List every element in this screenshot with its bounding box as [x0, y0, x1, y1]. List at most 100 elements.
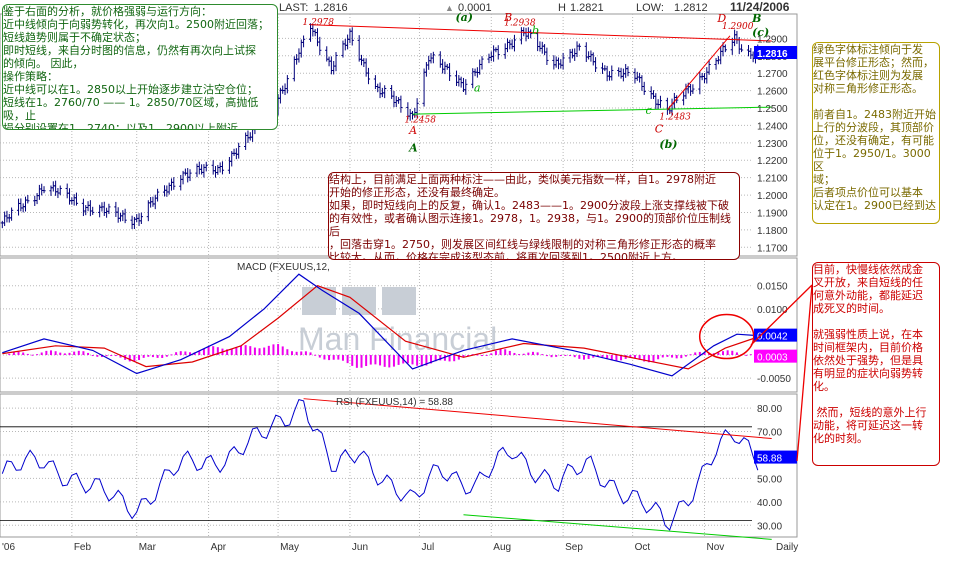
x-tick-label: Apr [211, 542, 227, 553]
macd-histogram-bar [96, 355, 99, 357]
macd-histogram-bar [513, 352, 516, 356]
price-annotation: (a) [455, 11, 473, 24]
note-right-top: 绿色字体标注倾向于发 展平台修正形态；然而， 红色字体标注则为发展 对称三角形修… [812, 42, 940, 224]
macd-histogram-bar [559, 355, 562, 357]
macd-histogram-bar [263, 347, 266, 356]
annotations: 1.2978 (a) B1.2938ba1.2458AAc1.2483C(b)D1.… [303, 11, 770, 155]
macd-histogram-bar [652, 355, 655, 362]
macd-histogram-bar [175, 352, 178, 356]
y-tick-label: 50.00 [757, 474, 782, 485]
macd-histogram-bar [564, 354, 567, 356]
price-annotation: B [751, 12, 761, 25]
y-tick-label: 0.0100 [757, 305, 788, 316]
macd-histogram-bar [244, 345, 247, 356]
macd-histogram-bar [508, 350, 511, 356]
quote-header: LAST: 1.2816 ▲ 0.0001 H 1.2821 LOW: 1.28… [279, 0, 790, 14]
macd-histogram-bar [151, 355, 154, 358]
macd-histogram-bar [147, 355, 150, 357]
y-tick-label: 80.00 [757, 404, 782, 415]
x-tick-label: Jul [421, 542, 434, 553]
macd-histogram-bar [31, 354, 34, 356]
y-tick-label: 70.00 [757, 428, 782, 439]
y-tick-label: 0.0150 [757, 282, 788, 293]
macd-histogram-bar [657, 355, 660, 360]
price-annotation: 1.2978 [303, 18, 335, 28]
note-right-bottom: 目前，快慢线依然成金 叉开放，来自短线的任 何意外动能，都能延迟 成死叉的时间。… [812, 262, 940, 466]
macd-histogram-bar [54, 351, 57, 356]
y-tick-label: 1.2700 [757, 69, 788, 80]
macd-histogram-bar [416, 355, 419, 366]
low-value: 1.2812 [674, 2, 708, 14]
x-tick-label: Oct [635, 542, 651, 553]
macd-last-label: 0.0042 [757, 332, 788, 343]
macd-histogram-bar [36, 354, 39, 356]
macd-histogram-bar [309, 352, 312, 356]
macd-histogram-bar [587, 355, 590, 360]
macd-histogram-bar [675, 355, 678, 359]
macd-histogram-bar [281, 346, 284, 356]
price-annotation: 1.2483 [659, 112, 691, 122]
macd-histogram-bar [694, 352, 697, 356]
macd-histogram-bar [253, 347, 256, 356]
price-annotation: b [532, 24, 539, 37]
rsi-panel-frame [0, 393, 798, 538]
macd-histogram-bar [365, 355, 368, 367]
macd-histogram-bar [128, 355, 131, 362]
macd-histogram-bar [545, 355, 548, 357]
y-tick-label: 1.2200 [757, 156, 788, 167]
macd-histogram-bar [267, 345, 270, 356]
y-tick-label: 1.2600 [757, 87, 788, 98]
macd-histogram-bar [318, 355, 321, 358]
price-annotation: a [474, 81, 481, 94]
macd-histogram-bar [77, 350, 80, 356]
y-tick-label: 1.1700 [757, 243, 788, 254]
price-trendline [412, 106, 772, 115]
macd-histogram-bar [87, 352, 90, 356]
macd-histogram-bar [17, 351, 20, 356]
macd-histogram-bar [749, 354, 752, 356]
macd-histogram-bar [453, 355, 456, 362]
macd-histogram-bar [735, 352, 738, 356]
macd-histogram-bar [569, 355, 572, 357]
macd-histogram-bar [411, 355, 414, 365]
macd-histogram-bar [304, 351, 307, 356]
macd-histogram-bar [601, 355, 604, 357]
rsi-trendline [463, 514, 772, 540]
note-top-left: 鉴于右面的分析，就价格强弱与运行方向： 近中线倾向于向弱势转化，再次向1。250… [2, 4, 278, 130]
macd-histogram-bar [527, 352, 530, 356]
rsi-title: RSI (FXEUUS,14) = 58.88 [336, 397, 453, 408]
macd-histogram-bar [666, 355, 669, 357]
macd-histogram-bar [341, 355, 344, 361]
x-tick-label: '06 [2, 542, 15, 553]
price-annotation: A [408, 124, 417, 137]
macd-histogram-bar [541, 354, 544, 356]
macd-histogram-bar [286, 349, 289, 356]
macd-histogram-bar [26, 353, 29, 356]
macd-histogram-bar [490, 353, 493, 356]
pointer-arrow [796, 284, 813, 462]
price-annotation: (b) [659, 138, 677, 151]
macd-histogram-bar [536, 352, 539, 356]
macd-histogram-bar [481, 355, 484, 357]
high-value: 1.2821 [570, 2, 604, 14]
macd-histogram-bar [671, 355, 674, 358]
x-tick-label: Daily [776, 542, 798, 553]
macd-histogram-bar [392, 355, 395, 367]
x-tick-label: May [280, 542, 299, 553]
macd-histogram-bar [731, 350, 734, 356]
macd-histogram-bar [406, 355, 409, 364]
macd-histogram-bar [351, 355, 354, 366]
macd-histogram-bar [689, 354, 692, 356]
macd-histogram-bar [323, 355, 326, 360]
watermark-logo-block [302, 287, 336, 315]
macd-histogram-bar [45, 350, 48, 356]
y-tick-label: 1.2000 [757, 191, 788, 202]
macd-histogram-bar [290, 351, 293, 356]
macd-histogram-bar [59, 352, 62, 356]
watermark-logo-block [342, 287, 376, 315]
macd-histogram-bar [379, 355, 382, 366]
macd-histogram-bar [110, 355, 113, 357]
y-tick-label: 1.2300 [757, 139, 788, 150]
macd-histogram-bar [531, 351, 534, 356]
macd-histogram-bar [184, 351, 187, 356]
